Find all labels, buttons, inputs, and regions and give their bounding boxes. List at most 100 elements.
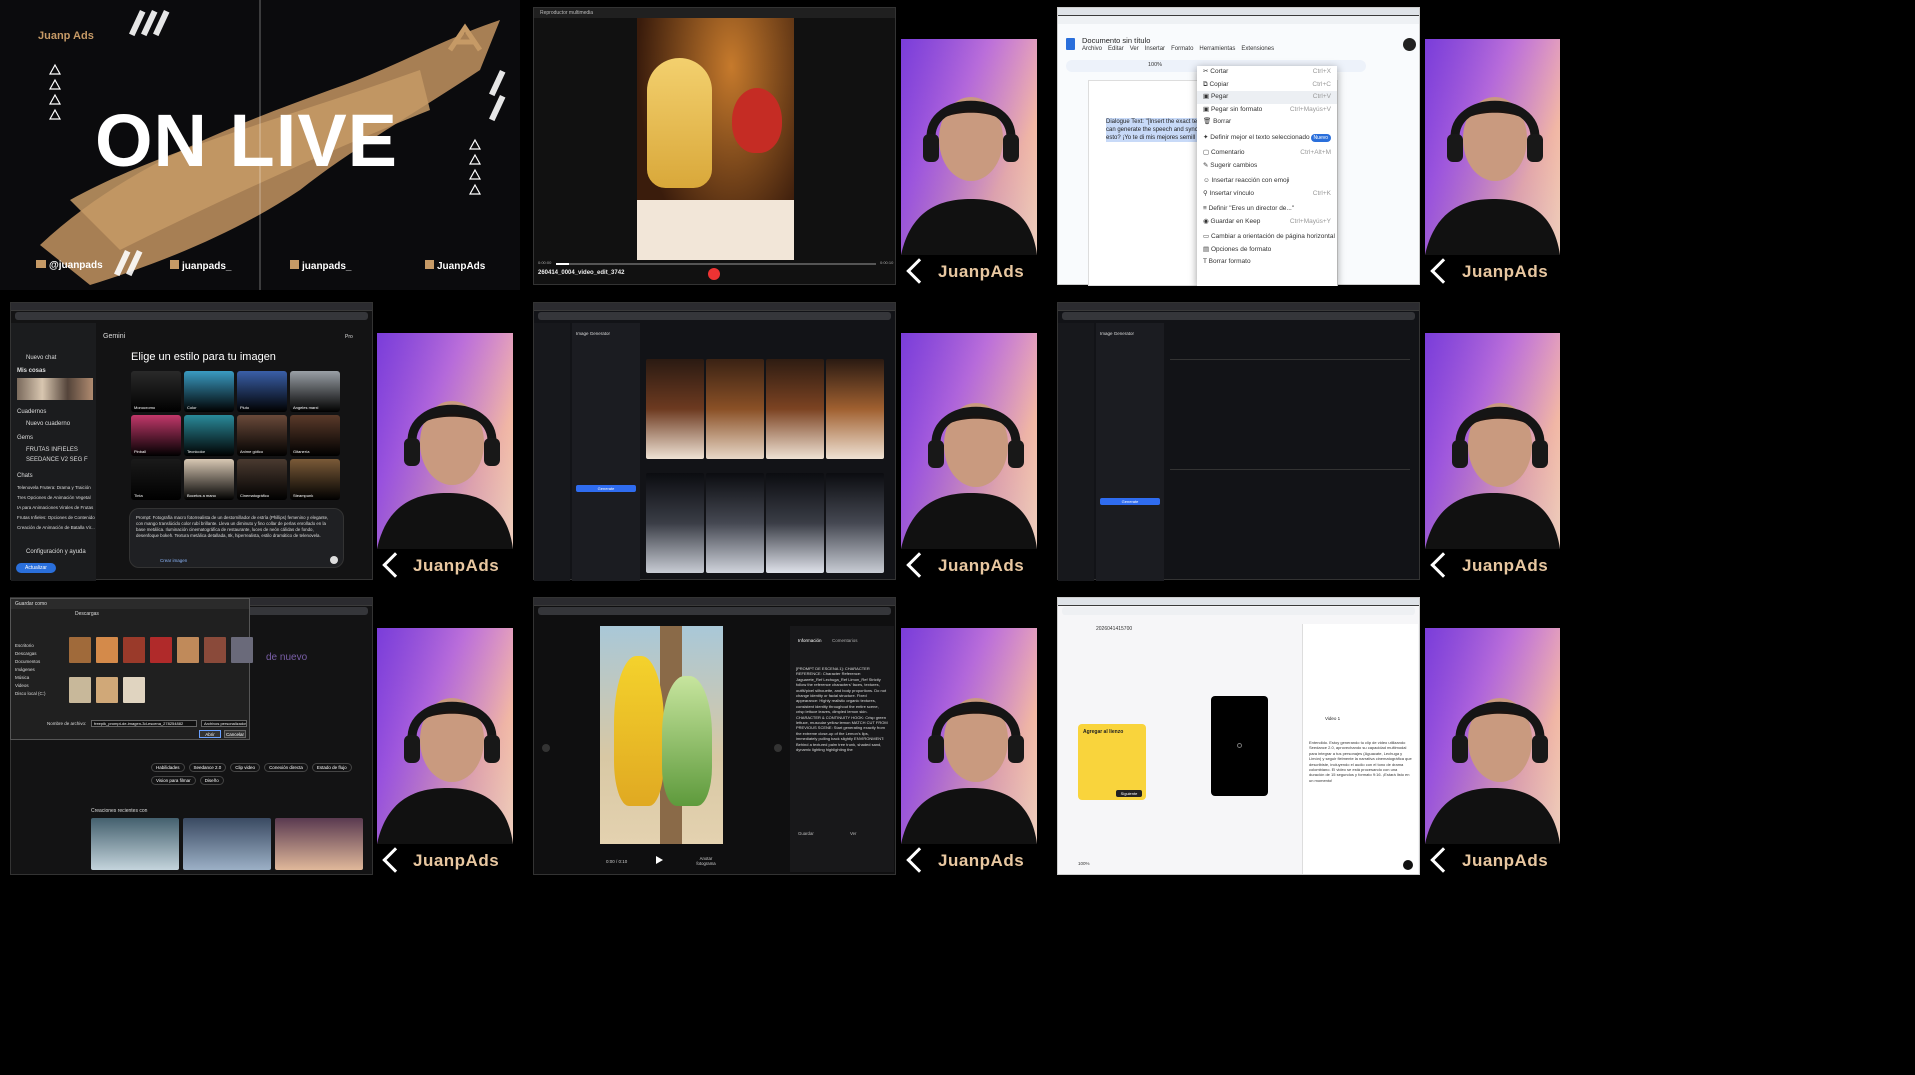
- view-prompt-button[interactable]: Ver: [850, 831, 856, 836]
- sidebar-gems[interactable]: Gems: [17, 435, 33, 441]
- zoom-indicator[interactable]: 100%: [1078, 861, 1090, 866]
- ctx-paste-plain[interactable]: ▣ Pegar sin formato Ctrl+Mayús+V: [1197, 104, 1337, 117]
- style-option[interactable]: Gitanería: [290, 415, 340, 456]
- zoom-level[interactable]: 100%: [1148, 62, 1162, 68]
- recent-thumb-1[interactable]: [91, 818, 179, 870]
- result-image-4[interactable]: [826, 359, 884, 459]
- file-thumbnail[interactable]: [123, 637, 145, 663]
- save-prompt-button[interactable]: Guardar: [798, 831, 814, 836]
- generate-button[interactable]: Generate: [576, 485, 636, 492]
- doc-title[interactable]: Documento sin título: [1082, 36, 1150, 45]
- menu-insert[interactable]: Insertar: [1145, 46, 1165, 52]
- chat-item-5[interactable]: Creación de Animación de Batalla Vir...: [17, 525, 95, 530]
- file-thumbnail[interactable]: [123, 677, 145, 703]
- result-image-6[interactable]: [706, 473, 764, 573]
- ctx-define[interactable]: ≡ Definir "Eres un director de..." Ctrl+M…: [1197, 203, 1337, 225]
- menu-view[interactable]: Ver: [1130, 46, 1139, 52]
- upgrade-button[interactable]: Actualizar: [16, 563, 56, 573]
- file-thumbnail[interactable]: [96, 677, 118, 703]
- chat-item-4[interactable]: Frutas Infieles: Opciones de Contenido: [17, 515, 95, 520]
- ctx-suggest[interactable]: ✎ Sugerir cambios: [1197, 160, 1337, 173]
- chip-seedance[interactable]: Seedance 2.0: [188, 763, 227, 772]
- style-option[interactable]: Monocromo: [131, 371, 181, 412]
- sidebar-gem-2[interactable]: SEEDANCE V2 SEG F: [26, 457, 88, 463]
- prompt-box[interactable]: Prompt: Fotografía macro fotorrealista d…: [129, 508, 344, 568]
- pro-badge[interactable]: Pro: [345, 334, 353, 340]
- nav-downloads[interactable]: Descargas: [15, 651, 63, 659]
- ctx-format-options[interactable]: ▤ Opciones de formato: [1197, 244, 1337, 257]
- doc-body-text[interactable]: Dialogue Text: "[Insert the exact te can…: [1106, 118, 1201, 142]
- chip-estado[interactable]: Estado de flujo: [311, 763, 352, 772]
- chat-item-3[interactable]: IA para Animaciones Virales de Frutas: [17, 505, 93, 510]
- result-image-7[interactable]: [766, 473, 824, 573]
- seek-bar[interactable]: [556, 263, 876, 265]
- sidebar-my-stuff[interactable]: Mis cosas: [17, 368, 46, 374]
- file-thumbnail[interactable]: [96, 637, 118, 663]
- cancel-button[interactable]: Cancelar: [224, 730, 246, 738]
- file-type-select[interactable]: Archivos personalizados: [201, 720, 247, 727]
- nav-documents[interactable]: Documentos: [15, 659, 63, 667]
- recent-thumb-2[interactable]: [183, 818, 271, 870]
- file-thumbnail[interactable]: [69, 637, 91, 663]
- menu-file[interactable]: Archivo: [1082, 46, 1102, 52]
- sidebar-notebooks[interactable]: Cuadernos: [17, 409, 46, 415]
- ctx-refine[interactable]: ✦ Definir mejor el texto seleccionado Nue…: [1197, 132, 1337, 145]
- recent-thumb-3[interactable]: [275, 818, 363, 870]
- filename-input[interactable]: freepik_prompt-de-imagen-3d-escena_27825…: [91, 720, 197, 727]
- project-id[interactable]: 2026041415700: [1096, 626, 1132, 632]
- chat-item-2[interactable]: Tres Opciones de Animación Vegetal: [17, 495, 91, 500]
- ctx-cut[interactable]: ✂ Cortar Ctrl+X: [1197, 66, 1337, 79]
- result-image-5[interactable]: [646, 473, 704, 573]
- nav-videos[interactable]: Videos: [15, 683, 63, 691]
- chip-clip[interactable]: Clip video: [230, 763, 261, 772]
- chip-conexion[interactable]: Conexión directa: [264, 763, 308, 772]
- chip-diseno[interactable]: Diseño: [199, 776, 224, 785]
- sidebar-settings[interactable]: Configuración y ayuda: [26, 549, 86, 555]
- menu-edit[interactable]: Editar: [1108, 46, 1124, 52]
- style-option[interactable]: Pluto: [237, 371, 287, 412]
- menu-extensions[interactable]: Extensiones: [1241, 46, 1274, 52]
- video-frame-dinner[interactable]: [637, 18, 794, 260]
- annotate-frame-button[interactable]: Anotar fotograma: [690, 856, 722, 866]
- menu-format[interactable]: Formato: [1171, 46, 1193, 52]
- nav-music[interactable]: Música: [15, 675, 63, 683]
- nav-local-disk[interactable]: Disco local (C:): [15, 691, 63, 699]
- chip-habilidades[interactable]: Habilidades: [151, 763, 185, 772]
- ctx-comment[interactable]: ▢ Comentario Ctrl+Alt+M: [1197, 147, 1337, 160]
- ctx-paste[interactable]: ▣ Pegar Ctrl+V: [1197, 91, 1337, 104]
- file-thumbnail[interactable]: [69, 677, 91, 703]
- create-image-chip[interactable]: Crear imagen: [160, 558, 187, 563]
- file-thumbnail[interactable]: [177, 637, 199, 663]
- generate-button-2[interactable]: Generate: [1100, 498, 1160, 505]
- play-button-2[interactable]: [656, 856, 663, 864]
- ctx-copy[interactable]: ⧉ Copiar Ctrl+C: [1197, 79, 1337, 92]
- card-next-button[interactable]: Siguiente: [1116, 790, 1142, 797]
- open-button[interactable]: Abrir: [199, 730, 221, 738]
- prev-arrow[interactable]: [542, 744, 550, 752]
- tab-info[interactable]: Información: [798, 638, 822, 643]
- next-arrow[interactable]: [774, 744, 782, 752]
- sidebar-gem-1[interactable]: FRUTAS INFIELES: [26, 447, 78, 453]
- nav-desktop[interactable]: Escritorio: [15, 643, 63, 651]
- result-image-3[interactable]: [766, 359, 824, 459]
- style-option[interactable]: Color: [184, 371, 234, 412]
- result-image-8[interactable]: [826, 473, 884, 573]
- ctx-orientation[interactable]: ▭ Cambiar a orientación de página horizo…: [1197, 231, 1337, 244]
- style-option[interactable]: Steampunk: [290, 459, 340, 500]
- style-option[interactable]: Angeles marxi: [290, 371, 340, 412]
- result-image-1[interactable]: [646, 359, 704, 459]
- style-option[interactable]: Anime gótico: [237, 415, 287, 456]
- file-thumbnail[interactable]: [231, 637, 253, 663]
- style-option[interactable]: Cinematográfico: [237, 459, 287, 500]
- ctx-emoji[interactable]: ☺ Insertar reacción con emoji: [1197, 175, 1337, 188]
- send-icon[interactable]: [330, 556, 338, 564]
- menu-tools[interactable]: Herramientas: [1199, 46, 1235, 52]
- style-option[interactable]: Tinta: [131, 459, 181, 500]
- ctx-clear-format[interactable]: T Borrar formato: [1197, 256, 1337, 269]
- prompt-text[interactable]: Prompt: Fotografía macro fotorrealista d…: [136, 515, 336, 539]
- tab-comments[interactable]: Comentarios: [832, 638, 858, 643]
- style-option[interactable]: Pinball: [131, 415, 181, 456]
- video-frame-lemon-lettuce[interactable]: [600, 626, 723, 844]
- style-option[interactable]: Bocetos a mano: [184, 459, 234, 500]
- chat-item-1[interactable]: Telenovela Frutera: Drama y Traición: [17, 485, 91, 490]
